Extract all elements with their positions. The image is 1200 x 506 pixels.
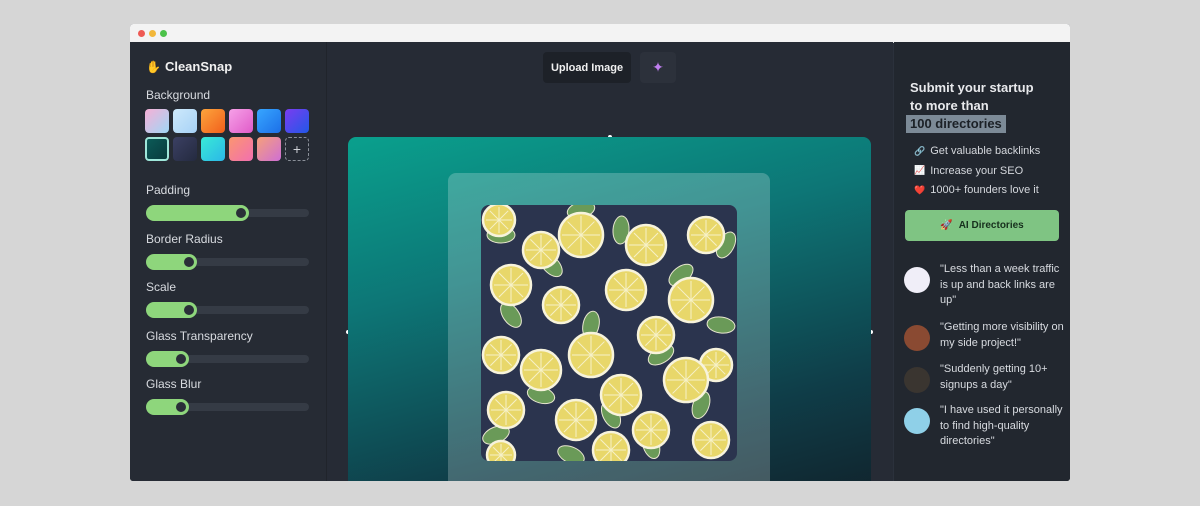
promo-heading: Submit your startup to more than 100 dir… (906, 79, 1060, 133)
settings-sidebar: ✋ CleanSnap Background + Padding Border R… (130, 42, 327, 481)
testimonial-quote: "Getting more visibility on my side proj… (940, 321, 1064, 349)
avatar (904, 367, 930, 393)
promo-heading-line1: Submit your startup (910, 80, 1034, 95)
background-swatch[interactable] (201, 109, 225, 133)
slider-track[interactable] (146, 254, 309, 270)
glass-frame (448, 173, 770, 481)
lemon-pattern-image (481, 205, 737, 461)
close-window-button[interactable] (138, 30, 145, 37)
rocket-icon: 🚀 (940, 220, 953, 231)
background-swatch[interactable] (229, 109, 253, 133)
editor-canvas-area: Upload Image ✦ (327, 42, 893, 481)
app: ✋ CleanSnap Background + Padding Border R… (130, 42, 1070, 481)
slider-handle[interactable] (233, 205, 250, 221)
testimonial-quote: "I have used it personally to find high-… (940, 404, 1063, 447)
slider-label: Glass Transparency (146, 329, 253, 343)
slider-track[interactable] (146, 399, 309, 415)
feature-bullet: ❤️ 1000+ founders love it (914, 184, 1039, 196)
upload-image-button[interactable]: Upload Image (543, 52, 631, 83)
testimonial: "Suddenly getting 10+ signups a day" (904, 362, 1070, 393)
background-swatches: + (145, 109, 309, 161)
bullet-icon: 🔗 (914, 145, 926, 156)
uploaded-image (481, 205, 737, 461)
feature-bullet: 📈 Increase your SEO (914, 165, 1023, 177)
slider-handle[interactable] (180, 302, 197, 318)
bullet-icon: 📈 (914, 165, 926, 175)
slider-fill (146, 205, 248, 221)
avatar (904, 408, 930, 434)
slider-track[interactable] (146, 302, 309, 318)
brand-name: CleanSnap (164, 59, 233, 74)
slider-handle[interactable] (172, 399, 189, 415)
slider-handle[interactable] (172, 351, 189, 367)
background-swatch[interactable] (257, 109, 281, 133)
window-titlebar (130, 24, 1070, 43)
hand-icon: ✋ (146, 59, 161, 74)
ai-enhance-button[interactable]: ✦ (640, 52, 676, 83)
sparkle-icon: ✦ (652, 59, 664, 75)
bullet-text: 1000+ founders love it (930, 184, 1039, 196)
browser-window: ✋ CleanSnap Background + Padding Border R… (130, 24, 1070, 481)
slider-label: Scale (146, 280, 177, 294)
add-background-button[interactable]: + (285, 137, 309, 161)
avatar (904, 267, 930, 293)
testimonial: "Getting more visibility on my side proj… (904, 320, 1070, 351)
background-swatch[interactable] (285, 109, 309, 133)
background-swatch[interactable] (257, 137, 281, 161)
maximize-window-button[interactable] (160, 30, 167, 37)
bullet-text: Get valuable backlinks (930, 145, 1041, 157)
testimonial-quote: "Suddenly getting 10+ signups a day" (940, 363, 1048, 391)
background-label: Background (146, 88, 211, 102)
slider-label: Border Radius (146, 232, 223, 246)
background-swatch[interactable] (173, 109, 197, 133)
testimonial: "I have used it personally to find high-… (904, 403, 1070, 450)
background-swatch[interactable] (145, 109, 169, 133)
testimonial: "Less than a week traffic is up and back… (904, 262, 1070, 309)
background-swatch[interactable] (201, 137, 225, 161)
slider-label: Glass Blur (146, 377, 202, 391)
ai-directories-label: AI Directories (958, 220, 1024, 231)
brand: ✋ CleanSnap (146, 59, 232, 74)
background-swatch[interactable] (145, 137, 169, 161)
avatar (904, 325, 930, 351)
slider-track[interactable] (146, 351, 309, 367)
bullet-text: Increase your SEO (930, 164, 1024, 177)
minimize-window-button[interactable] (149, 30, 156, 37)
promo-heading-highlight: 100 directories (906, 115, 1006, 133)
feature-bullet: 🔗 Get valuable backlinks (914, 145, 1040, 157)
preview-canvas (348, 137, 871, 481)
slider-label: Padding (146, 183, 191, 197)
bullet-icon: ❤️ (914, 184, 926, 195)
promo-sidebar: Submit your startup to more than 100 dir… (894, 42, 1070, 481)
slider-track[interactable] (146, 205, 309, 221)
background-swatch[interactable] (173, 137, 197, 161)
testimonial-quote: "Less than a week traffic is up and back… (940, 263, 1060, 306)
ai-directories-button[interactable]: 🚀 AI Directories (905, 210, 1059, 241)
promo-heading-line2: to more than (910, 98, 989, 113)
background-swatch[interactable] (229, 137, 253, 161)
slider-handle[interactable] (180, 254, 197, 270)
